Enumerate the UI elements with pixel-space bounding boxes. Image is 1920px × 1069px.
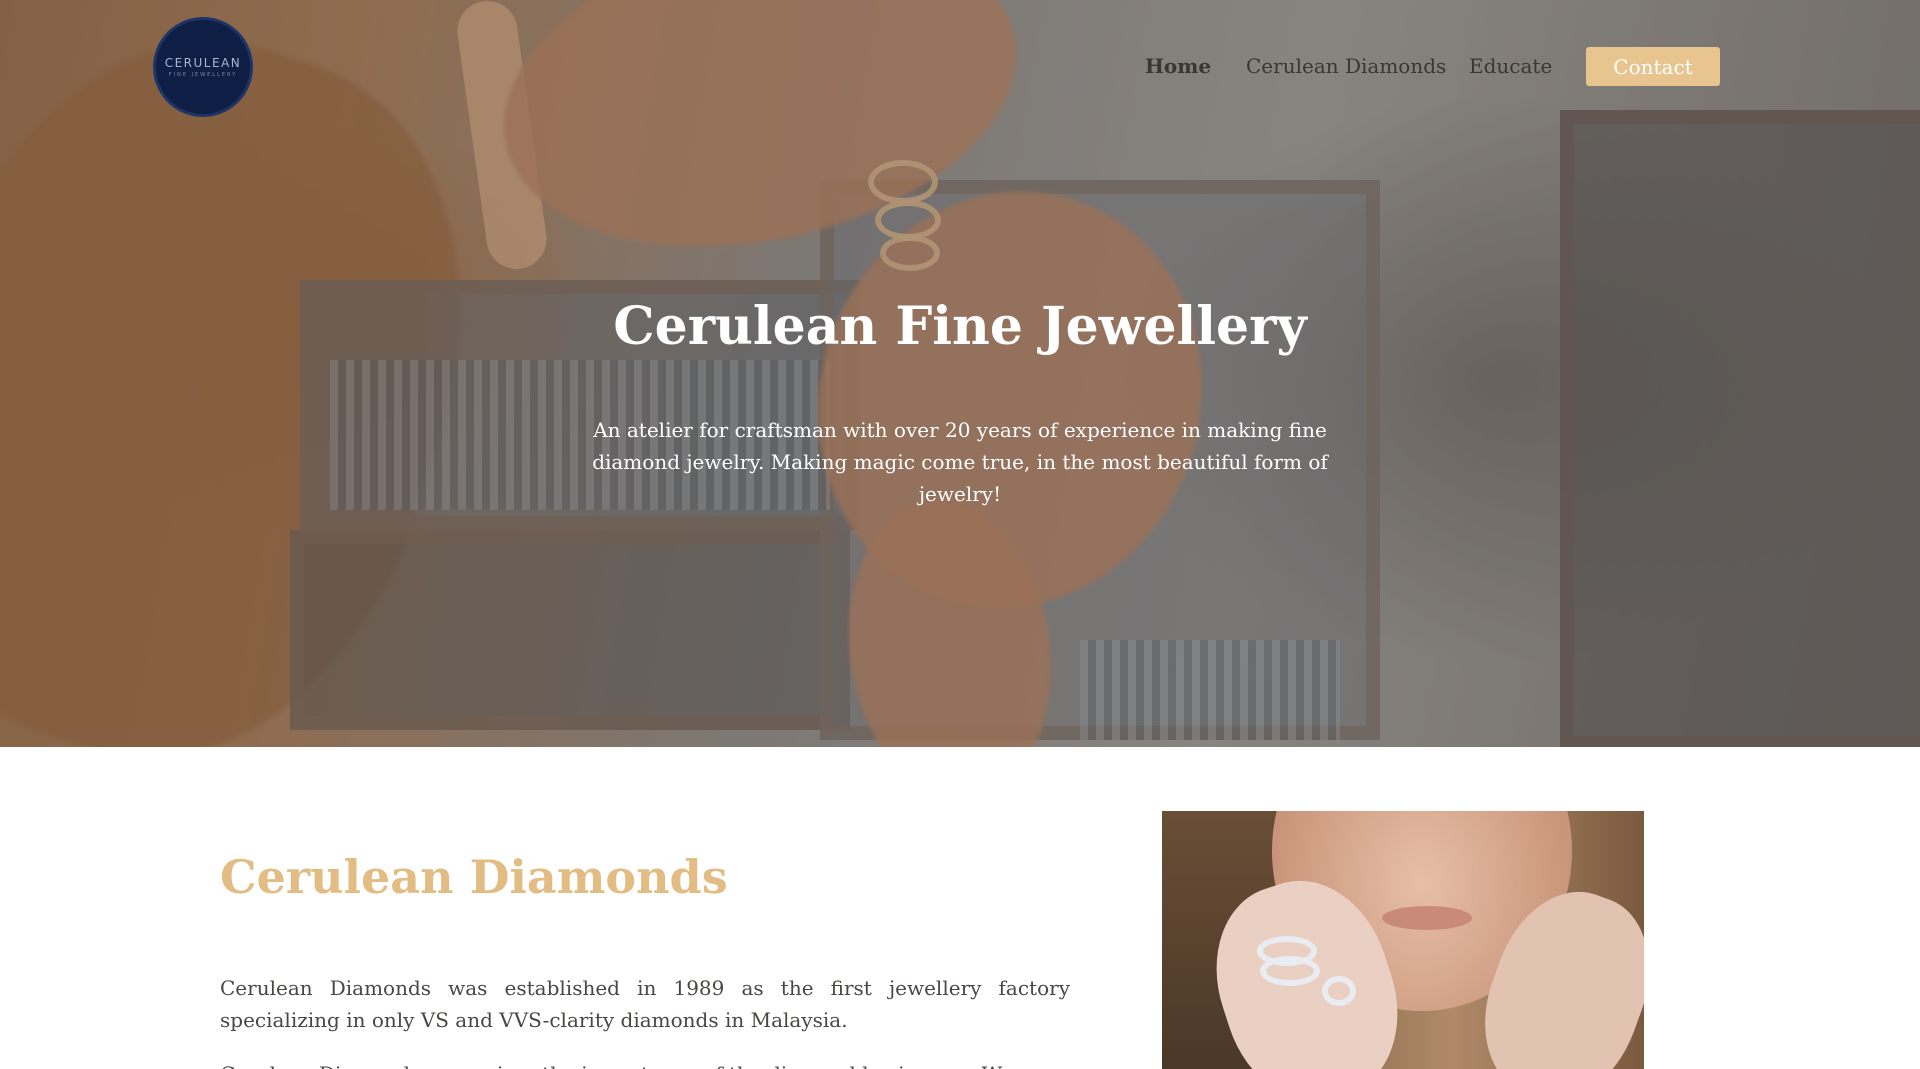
photo-ring: [1260, 956, 1320, 986]
model-ring-photo: [1162, 811, 1644, 1069]
logo-subtext: FINE JEWELLERY: [168, 72, 238, 78]
logo-text: CERULEAN: [164, 56, 242, 70]
contact-button[interactable]: Contact: [1586, 47, 1720, 86]
hero-overlay: [0, 0, 1920, 747]
hero-section: CERULEAN FINE JEWELLERY Home Cerulean Di…: [0, 0, 1920, 747]
about-paragraph: Cerulean Diamonds was established in 198…: [220, 976, 1070, 1032]
photo-ring: [1322, 976, 1356, 1006]
photo-lips: [1382, 906, 1472, 930]
hero-title: Cerulean Fine Jewellery: [613, 296, 1307, 357]
nav-educate-link[interactable]: Educate: [1469, 54, 1552, 78]
nav-cerulean-diamonds-link[interactable]: Cerulean Diamonds: [1246, 54, 1446, 78]
about-paragraph: Cerulean Diamonds recognises the importa…: [220, 1058, 1070, 1069]
hero-subtitle: An atelier for craftsman with over 20 ye…: [592, 418, 1328, 506]
section-title: Cerulean Diamonds: [220, 850, 728, 904]
nav-home-link[interactable]: Home: [1145, 54, 1211, 78]
site-logo[interactable]: CERULEAN FINE JEWELLERY: [153, 17, 253, 117]
